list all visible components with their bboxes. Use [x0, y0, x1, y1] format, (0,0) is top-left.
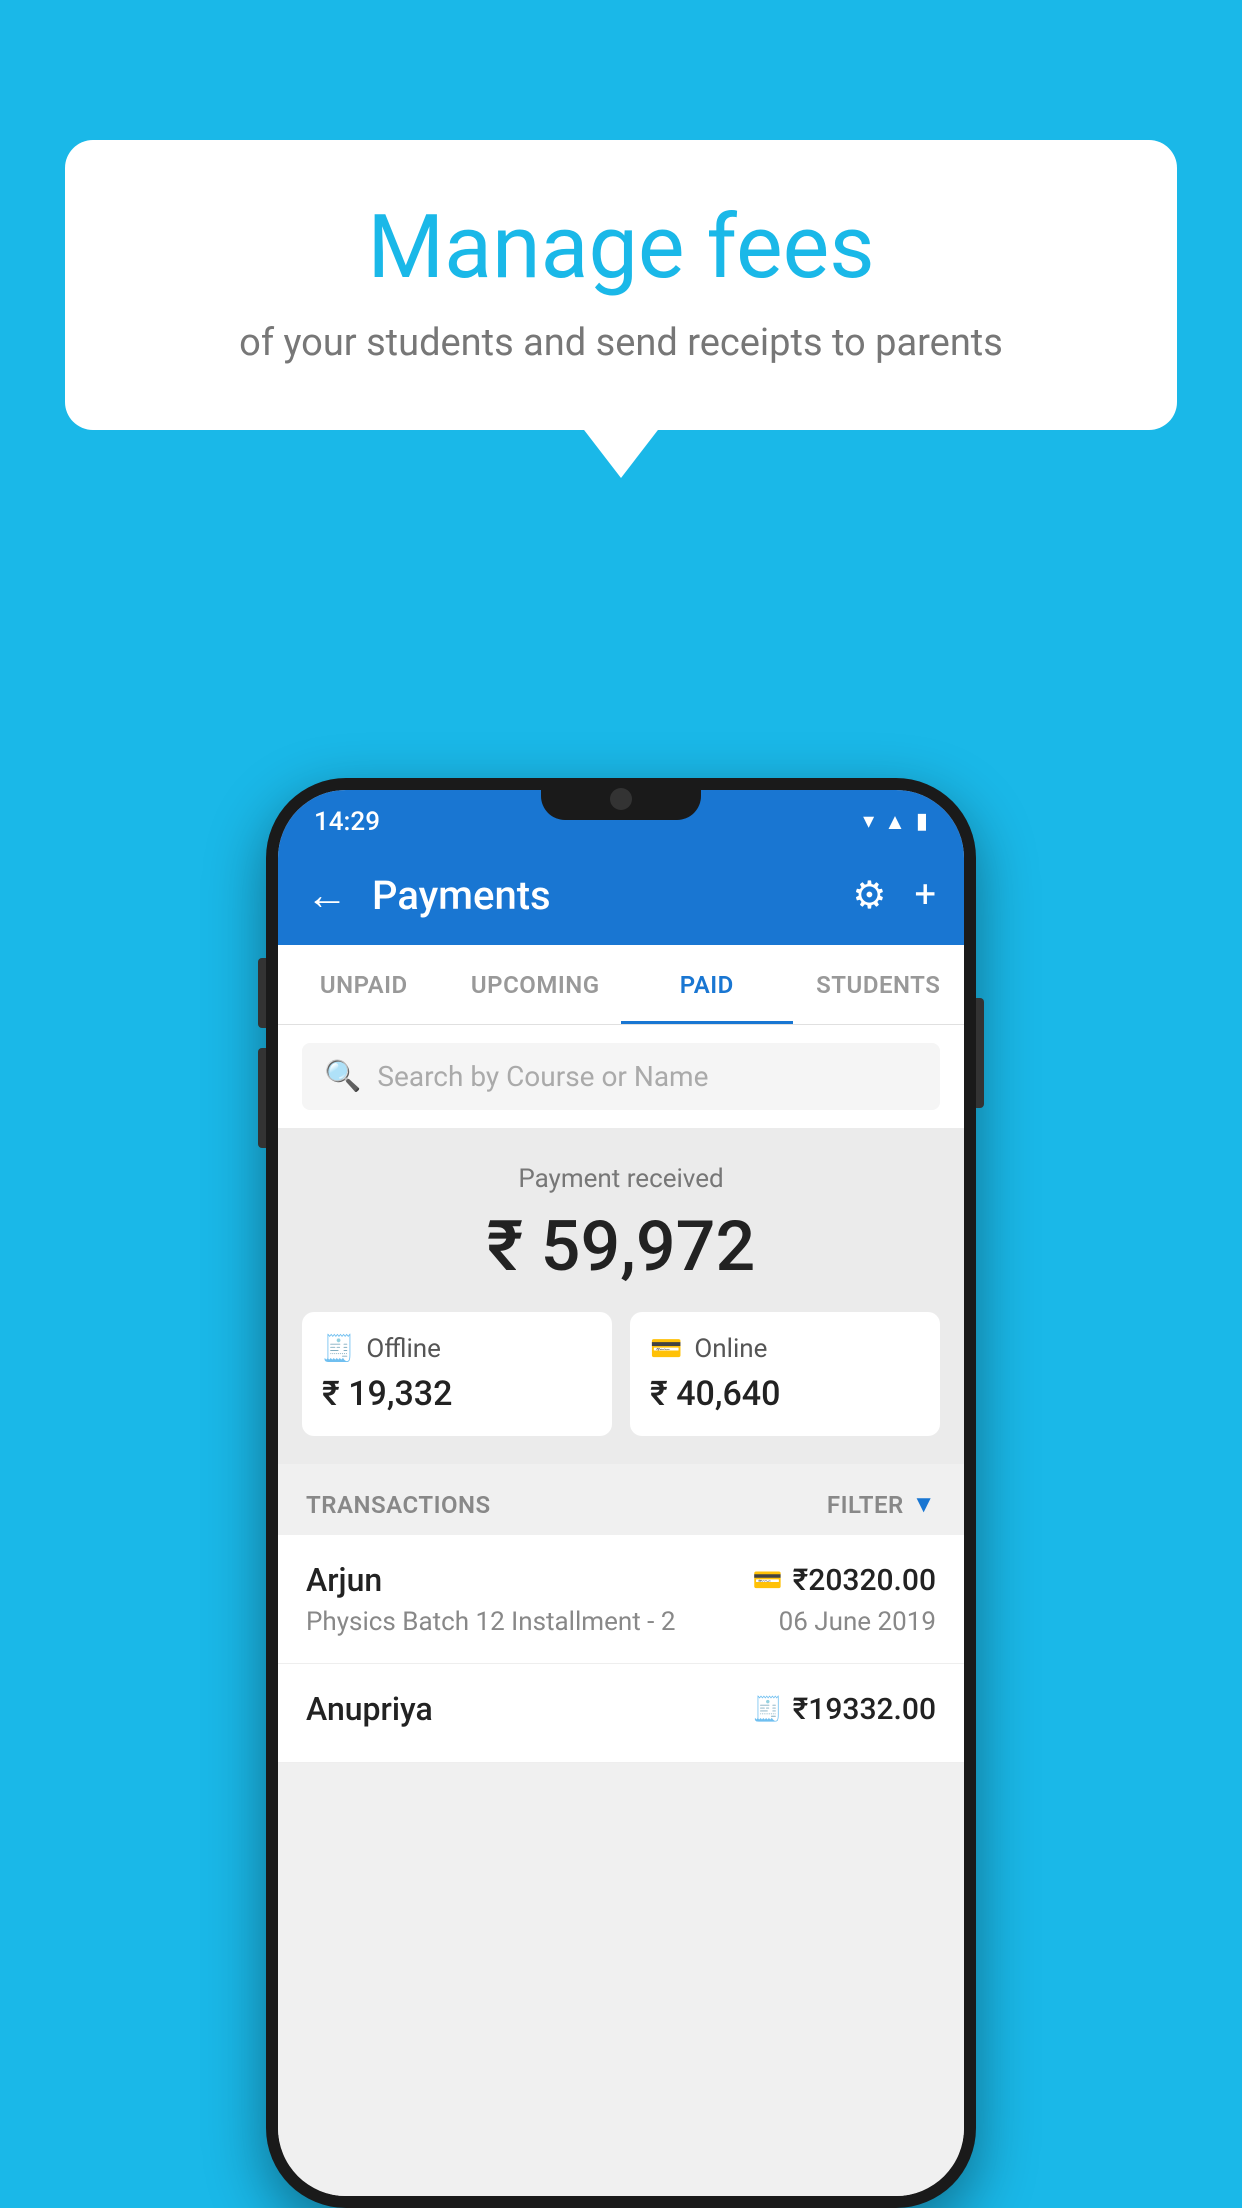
offline-card: 🧾 Offline ₹ 19,332: [302, 1312, 612, 1436]
search-input-wrapper[interactable]: 🔍 Search by Course or Name: [302, 1043, 940, 1110]
back-button[interactable]: ←: [306, 871, 348, 920]
table-row[interactable]: Arjun 💳 ₹20320.00 Physics Batch 12 Insta…: [278, 1535, 964, 1664]
wifi-icon: ▾: [863, 809, 874, 834]
tab-bar: UNPAID UPCOMING PAID STUDENTS: [278, 945, 964, 1025]
transaction-top: Anupriya 🧾 ₹19332.00: [306, 1690, 936, 1728]
app-bar: ← Payments ⚙ +: [278, 845, 964, 945]
app-title: Payments: [372, 872, 852, 919]
tab-students[interactable]: STUDENTS: [793, 945, 965, 1024]
search-icon: 🔍: [324, 1059, 361, 1094]
tab-upcoming[interactable]: UPCOMING: [450, 945, 622, 1024]
payment-received-amount: ₹ 59,972: [302, 1206, 940, 1288]
front-camera: [610, 788, 632, 810]
signal-icon: ▲: [884, 809, 906, 835]
online-card: 💳 Online ₹ 40,640: [630, 1312, 940, 1436]
offline-card-header: 🧾 Offline: [322, 1334, 592, 1364]
table-row[interactable]: Anupriya 🧾 ₹19332.00: [278, 1664, 964, 1763]
payment-received-label: Payment received: [302, 1164, 940, 1194]
vol-up-button: [258, 958, 266, 1028]
vol-down-button: [258, 1048, 266, 1148]
transaction-amount: ₹20320.00: [793, 1563, 936, 1598]
search-bar-container: 🔍 Search by Course or Name: [278, 1025, 964, 1128]
bubble-subtitle: of your students and send receipts to pa…: [135, 321, 1107, 365]
online-card-header: 💳 Online: [650, 1334, 920, 1364]
transaction-amount-wrapper: 🧾 ₹19332.00: [753, 1692, 936, 1727]
speech-bubble: Manage fees of your students and send re…: [65, 140, 1177, 430]
transaction-date: 06 June 2019: [779, 1607, 936, 1637]
card-payment-icon: 💳: [753, 1566, 783, 1594]
cash-payment-icon: 🧾: [753, 1695, 783, 1723]
transaction-name: Anupriya: [306, 1690, 433, 1728]
search-input[interactable]: Search by Course or Name: [377, 1060, 708, 1093]
transaction-amount: ₹19332.00: [793, 1692, 936, 1727]
tab-paid[interactable]: PAID: [621, 945, 793, 1024]
transactions-header: TRANSACTIONS FILTER ▼: [278, 1466, 964, 1535]
phone-screen: 14:29 ▾ ▲ ▮ ← Payments ⚙ + UNPAID: [278, 790, 964, 2196]
transaction-name: Arjun: [306, 1561, 382, 1599]
offline-label: Offline: [366, 1334, 441, 1364]
filter-label: FILTER: [827, 1491, 904, 1519]
transaction-course: Physics Batch 12 Installment - 2: [306, 1607, 675, 1637]
filter-icon: ▼: [912, 1490, 936, 1519]
offline-amount: ₹ 19,332: [322, 1374, 592, 1414]
status-time: 14:29: [314, 807, 380, 837]
main-content: 🔍 Search by Course or Name Payment recei…: [278, 1025, 964, 2196]
transactions-label: TRANSACTIONS: [306, 1491, 491, 1519]
status-icons: ▾ ▲ ▮: [863, 809, 928, 835]
phone-outer: 14:29 ▾ ▲ ▮ ← Payments ⚙ + UNPAID: [266, 778, 976, 2208]
bubble-title: Manage fees: [135, 200, 1107, 297]
battery-icon: ▮: [916, 809, 928, 834]
transaction-amount-wrapper: 💳 ₹20320.00: [753, 1563, 936, 1598]
online-amount: ₹ 40,640: [650, 1374, 920, 1414]
tab-unpaid[interactable]: UNPAID: [278, 945, 450, 1024]
transaction-bottom: Physics Batch 12 Installment - 2 06 June…: [306, 1607, 936, 1637]
filter-button[interactable]: FILTER ▼: [827, 1490, 936, 1519]
power-button: [976, 998, 984, 1108]
payment-received-section: Payment received ₹ 59,972 🧾 Offline ₹ 19…: [278, 1128, 964, 1464]
offline-icon: 🧾: [322, 1334, 354, 1364]
phone-notch: [541, 778, 701, 820]
online-icon: 💳: [650, 1334, 682, 1364]
phone-frame: 14:29 ▾ ▲ ▮ ← Payments ⚙ + UNPAID: [266, 778, 976, 2208]
settings-button[interactable]: ⚙: [852, 873, 886, 918]
add-button[interactable]: +: [914, 873, 936, 917]
app-bar-actions: ⚙ +: [852, 873, 936, 918]
speech-bubble-section: Manage fees of your students and send re…: [65, 140, 1177, 430]
payment-breakdown: 🧾 Offline ₹ 19,332 💳 Online ₹ 40,640: [302, 1312, 940, 1436]
transaction-top: Arjun 💳 ₹20320.00: [306, 1561, 936, 1599]
online-label: Online: [694, 1334, 767, 1364]
